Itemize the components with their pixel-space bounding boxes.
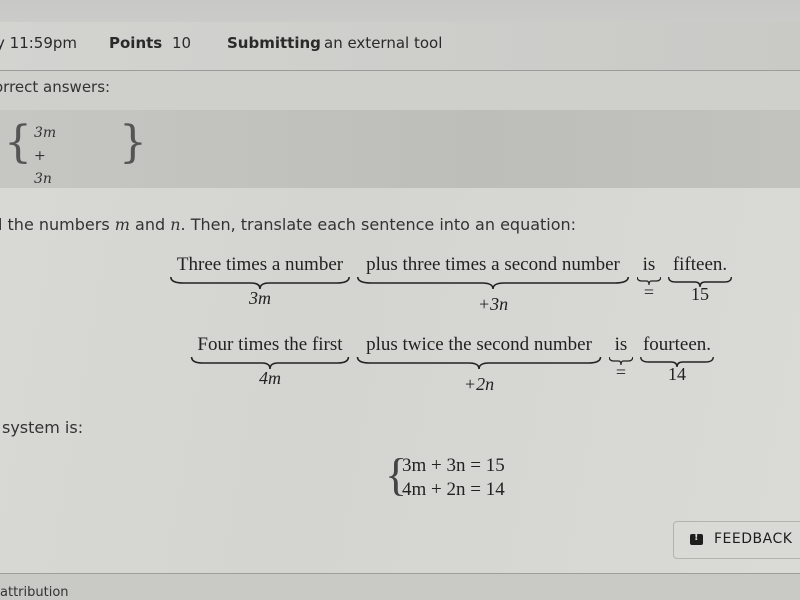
- underbrace-icon: [355, 276, 631, 290]
- final-system: { 3m + 3n = 15 4m + 2n = 14: [385, 450, 505, 502]
- segment: Three times a number 3m: [169, 254, 351, 309]
- points-value: 10: [172, 34, 192, 52]
- due-date: y 11:59pm: [0, 34, 78, 52]
- segment: fifteen. 15: [668, 254, 732, 305]
- segment: is =: [609, 334, 633, 383]
- submitting-label: Submitting: [227, 34, 321, 52]
- correct-answers-panel: { 3m + 3n = 15 4m + 2n = 14 }: [0, 110, 800, 354]
- explanation-panel: l the numbers m and n. Then, translate e…: [0, 188, 800, 573]
- sentence-1: Three times a number 3m plus three times…: [0, 254, 800, 324]
- feedback-label: FEEDBACK: [714, 531, 793, 547]
- feedback-alert-icon: [690, 532, 703, 545]
- assignment-meta: y 11:59pm Points 10 Submitting an extern…: [0, 22, 800, 71]
- segment: Four times the first 4m: [190, 334, 350, 389]
- right-brace-icon: }: [119, 117, 147, 168]
- intro-text: l the numbers m and n. Then, translate e…: [0, 215, 577, 234]
- points-label: Points: [109, 34, 163, 52]
- footer: attribution: [0, 574, 800, 600]
- correct-answers-label: orrect answers:: [0, 78, 111, 96]
- submitting-value: an external tool: [324, 34, 443, 52]
- underbrace-icon: [355, 356, 603, 370]
- segment: fourteen. 14: [640, 334, 714, 385]
- segment: plus three times a second number +3n: [355, 254, 631, 315]
- sentence-2: Four times the first 4m plus twice the s…: [0, 334, 800, 404]
- system-label: system is:: [2, 418, 84, 437]
- system-equation: 4m + 2n = 14: [402, 479, 505, 500]
- feedback-button[interactable]: FEEDBACK: [673, 521, 800, 559]
- left-brace-icon: {: [385, 449, 408, 500]
- attribution-link[interactable]: attribution: [0, 585, 69, 600]
- system-equation: 3m + 3n = 15: [402, 455, 505, 476]
- segment: plus twice the second number +2n: [355, 334, 603, 395]
- top-bar: [0, 0, 800, 23]
- segment: is =: [637, 254, 661, 303]
